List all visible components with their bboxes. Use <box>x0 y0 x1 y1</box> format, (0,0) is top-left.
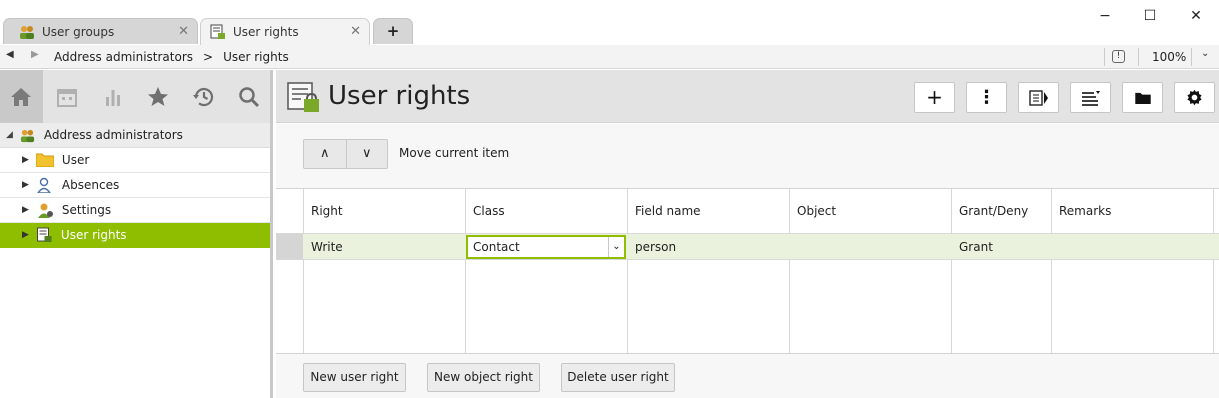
move-up-button[interactable]: ∧ <box>304 140 346 168</box>
tab-label: User groups <box>42 24 115 39</box>
column-header-class[interactable]: Class <box>473 204 505 218</box>
close-icon[interactable]: ✕ <box>350 24 361 39</box>
divider <box>1138 48 1139 66</box>
settings-button[interactable] <box>1174 82 1215 113</box>
divider <box>1191 48 1192 66</box>
history-icon[interactable] <box>192 85 216 109</box>
column-divider <box>951 189 952 353</box>
expanded-arrow-icon[interactable]: ◢ <box>6 130 13 140</box>
divider <box>1104 48 1105 66</box>
content-area: ∧ ∨ Move current item Right Class Field … <box>276 124 1219 398</box>
sidebar-icon-bar <box>0 70 270 123</box>
cell-right[interactable]: Write <box>311 240 343 254</box>
breadcrumb-item[interactable]: Address administrators <box>54 50 193 64</box>
breadcrumb: Address administrators > User rights <box>54 50 289 64</box>
close-icon[interactable]: ✕ <box>178 24 189 39</box>
move-controls: ∧ ∨ <box>303 139 388 169</box>
forward-icon[interactable]: ▶ <box>31 49 39 60</box>
expand-arrow-icon[interactable]: ▶ <box>22 180 29 190</box>
tab-strip: User groups ✕ User rights ✕ + − ☐ ✕ <box>0 0 1219 45</box>
maximize-button[interactable]: ☐ <box>1138 6 1162 26</box>
absence-icon <box>37 177 51 193</box>
folder-icon <box>1134 92 1151 104</box>
back-icon[interactable]: ◀ <box>6 49 14 60</box>
chevron-down-icon[interactable]: ⌄ <box>608 237 624 257</box>
sidebar-item-settings[interactable]: ▶ Settings <box>0 198 270 223</box>
folder-icon <box>35 153 54 167</box>
delete-user-right-button[interactable]: Delete user right <box>561 363 675 392</box>
cell-field-name[interactable]: person <box>635 240 676 254</box>
column-header-field-name[interactable]: Field name <box>635 204 701 218</box>
new-object-right-button[interactable]: New object right <box>427 363 540 392</box>
sidebar-item-absences[interactable]: ▶ Absences <box>0 173 270 198</box>
sort-list-icon <box>1081 91 1100 106</box>
class-select-value: Contact <box>473 240 520 254</box>
calendar-icon[interactable] <box>55 85 79 109</box>
column-divider <box>627 189 628 353</box>
address-bar: ◀ ▶ Address administrators > User rights… <box>0 45 1219 69</box>
sidebar-item-label: User <box>61 153 90 167</box>
chevron-down-icon[interactable]: ⌄ <box>1201 48 1209 59</box>
gear-icon <box>1187 89 1202 106</box>
home-icon[interactable] <box>9 85 33 109</box>
column-divider <box>789 189 790 353</box>
user-rights-table: Right Class Field name Object Grant/Deny… <box>276 188 1219 354</box>
star-icon[interactable] <box>146 85 170 109</box>
column-header-right[interactable]: Right <box>311 204 343 218</box>
table-row[interactable]: Write Contact ⌄ person Grant <box>276 233 1219 260</box>
panel-toggle-icon <box>1028 90 1048 106</box>
breadcrumb-item[interactable]: User rights <box>223 50 289 64</box>
move-label: Move current item <box>399 146 510 160</box>
search-icon[interactable] <box>237 85 261 109</box>
minimize-button[interactable]: − <box>1093 6 1117 26</box>
row-selector[interactable] <box>276 234 303 259</box>
page-title: User rights <box>328 81 471 111</box>
sort-button[interactable] <box>1070 82 1111 113</box>
add-button[interactable]: + <box>914 82 955 113</box>
column-divider <box>1213 189 1214 353</box>
user-group-icon <box>20 129 34 142</box>
column-divider <box>303 189 304 353</box>
sidebar-item-user[interactable]: ▶ User <box>0 148 270 173</box>
new-tab-button[interactable]: + <box>373 18 413 44</box>
user-rights-icon <box>36 227 52 242</box>
expand-arrow-icon[interactable]: ▶ <box>22 155 29 165</box>
folder-button[interactable] <box>1122 82 1163 113</box>
zoom-level[interactable]: 100% <box>1152 50 1186 64</box>
column-header-object[interactable]: Object <box>797 204 836 218</box>
settings-user-icon <box>37 203 53 218</box>
move-down-button[interactable]: ∨ <box>345 140 388 168</box>
info-icon[interactable]: ! <box>1112 50 1125 63</box>
user-rights-icon <box>287 82 319 112</box>
user-rights-icon <box>210 24 225 39</box>
new-user-right-button[interactable]: New user right <box>303 363 406 392</box>
sidebar-item-user-rights[interactable]: ▶ User rights <box>0 223 270 248</box>
chart-icon[interactable] <box>101 85 125 109</box>
tree-root-label: Address administrators <box>43 128 183 142</box>
tab-user-rights[interactable]: User rights ✕ <box>200 18 370 45</box>
tab-label: User rights <box>233 25 299 39</box>
breadcrumb-separator: > <box>203 50 214 64</box>
close-window-button[interactable]: ✕ <box>1184 6 1208 26</box>
sidebar-item-label: Absences <box>61 178 120 192</box>
cell-grant-deny[interactable]: Grant <box>959 240 993 254</box>
page-header: User rights + ⋮ <box>276 70 1219 123</box>
expand-arrow-icon[interactable]: ▶ <box>22 205 29 215</box>
column-header-remarks[interactable]: Remarks <box>1059 204 1111 218</box>
tree-root-address-administrators[interactable]: ◢ Address administrators <box>0 123 270 148</box>
expand-arrow-icon[interactable]: ▶ <box>22 230 29 240</box>
column-header-grant-deny[interactable]: Grant/Deny <box>959 204 1028 218</box>
sidebar: ◢ Address administrators ▶ User ▶ Absenc… <box>0 70 273 398</box>
details-panel-button[interactable] <box>1018 82 1059 113</box>
column-divider <box>465 189 466 353</box>
user-group-icon <box>20 25 34 39</box>
tab-user-groups[interactable]: User groups ✕ <box>3 18 198 44</box>
column-divider <box>1051 189 1052 353</box>
sidebar-item-label: User rights <box>60 228 127 242</box>
class-select[interactable]: Contact ⌄ <box>466 235 626 259</box>
sidebar-item-label: Settings <box>61 203 112 217</box>
more-options-button[interactable]: ⋮ <box>966 82 1007 113</box>
main-panel: User rights + ⋮ ∧ ∨ Move current item Ri… <box>276 70 1219 398</box>
